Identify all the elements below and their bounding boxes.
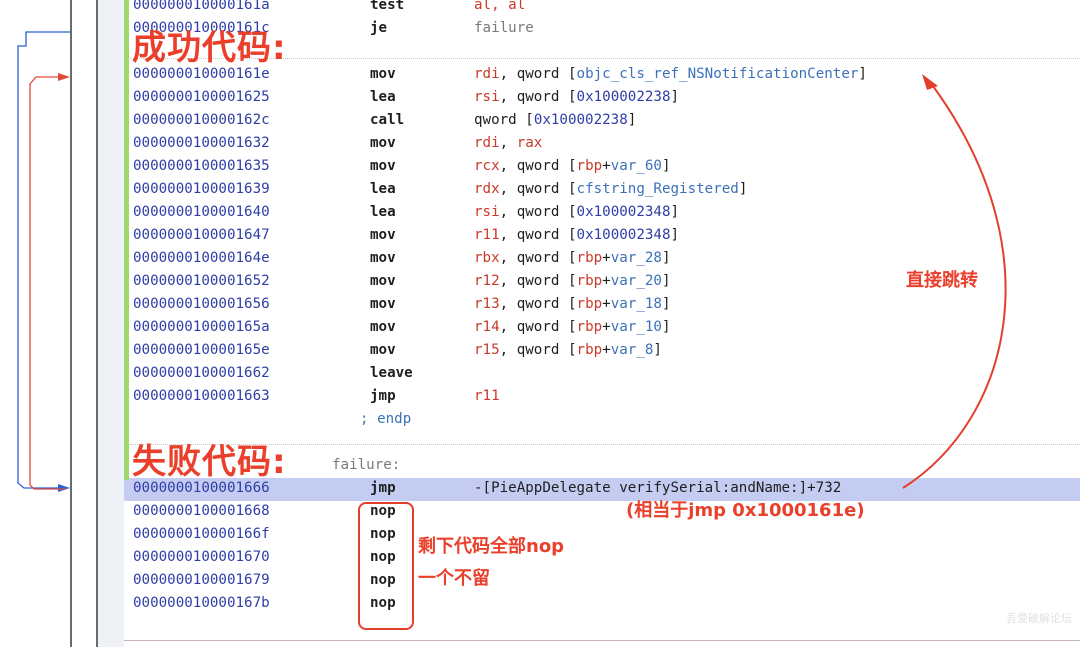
annotation-arrow xyxy=(902,74,1007,489)
jump-annotation-arrowhead xyxy=(922,74,938,90)
jump-annotation-curve xyxy=(902,81,1007,489)
watermark: 吾爱破解论坛 xyxy=(1006,612,1072,625)
